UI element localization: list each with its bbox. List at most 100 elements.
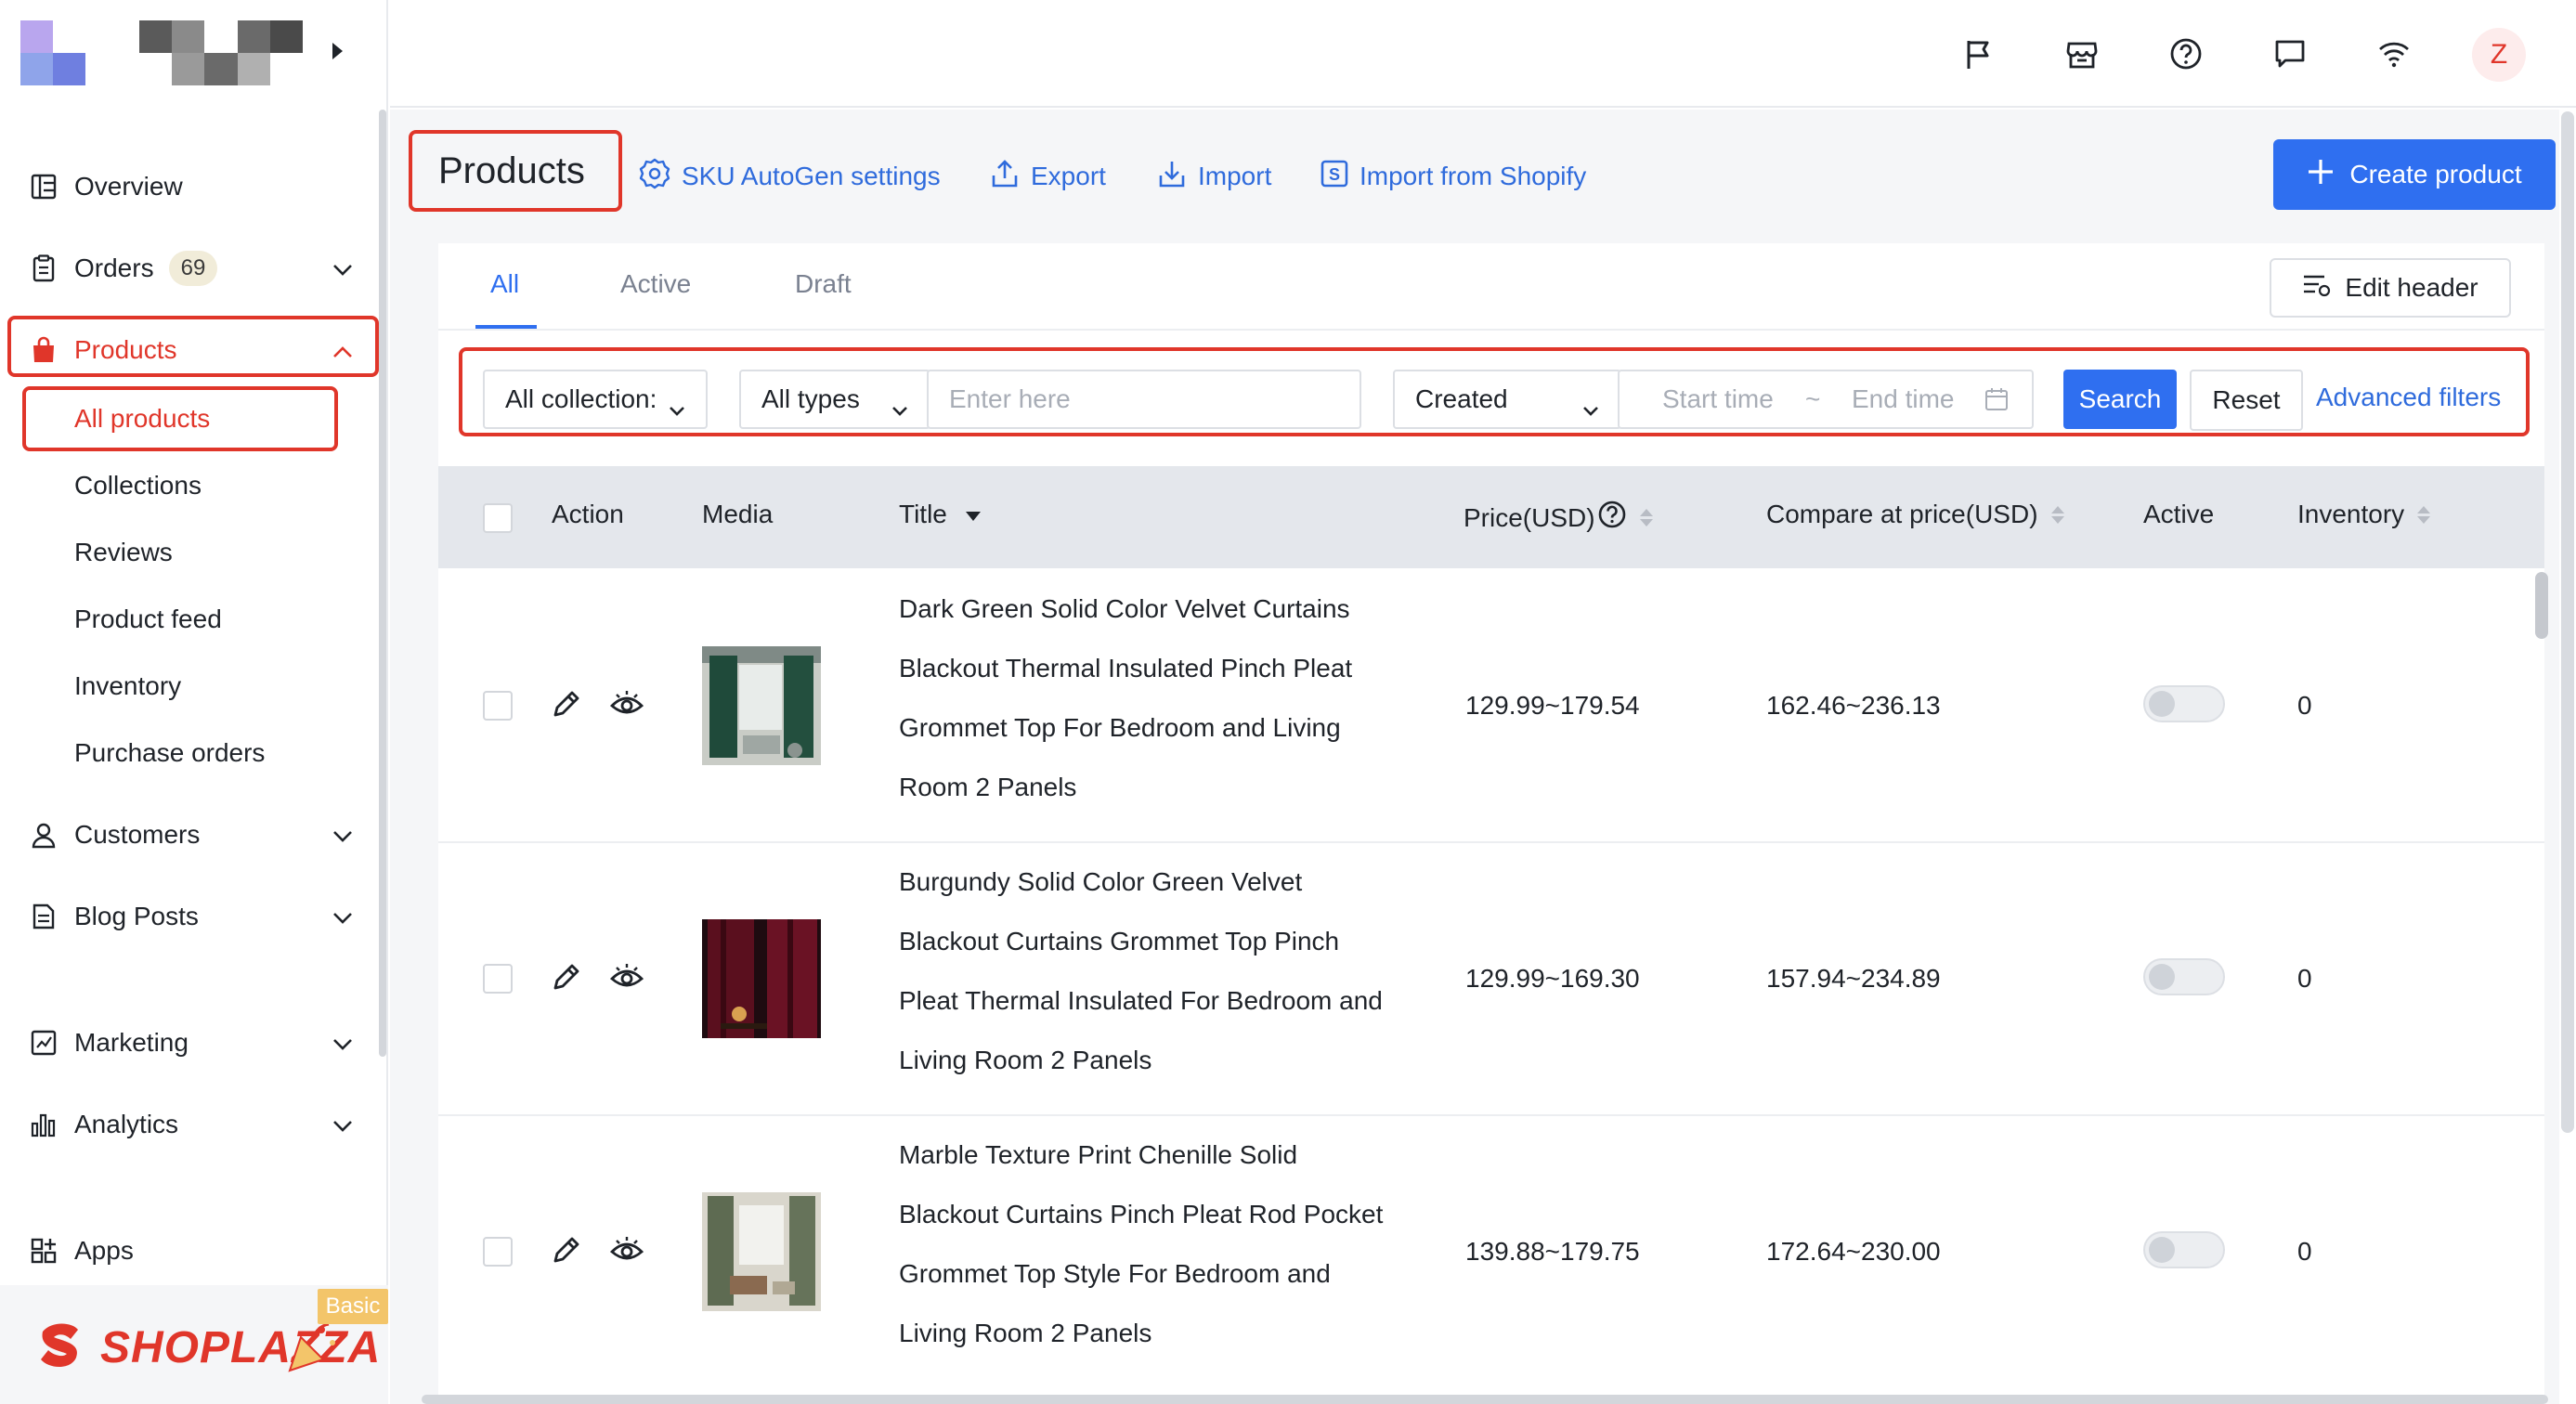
plus-icon	[2307, 158, 2335, 192]
flag-icon[interactable]	[1958, 33, 1998, 74]
store-switcher[interactable]	[20, 20, 303, 85]
title-line: Marble Texture Print Chenille Solid	[899, 1140, 1298, 1169]
eye-icon[interactable]	[609, 687, 644, 725]
sidebar-item-apps[interactable]: Apps	[0, 1218, 388, 1283]
sidebar-item-customers[interactable]: Customers	[0, 802, 388, 867]
price-cell: 129.99~169.30	[1465, 964, 1640, 993]
date-field-select[interactable]: Created	[1393, 370, 1621, 429]
active-toggle[interactable]	[2143, 685, 2225, 722]
gear-icon	[639, 158, 670, 196]
chevron-down-icon	[332, 820, 353, 850]
subnav-product-feed[interactable]: Product feed	[74, 596, 222, 643]
store-logo	[20, 20, 85, 85]
chevron-down-icon	[891, 394, 908, 423]
tab-draft[interactable]: Draft	[795, 269, 852, 299]
column-title[interactable]: Title	[899, 500, 982, 529]
title-line: Dark Green Solid Color Velvet Curtains	[899, 594, 1350, 623]
import-icon	[1157, 159, 1187, 195]
product-thumbnail[interactable]	[702, 646, 821, 765]
column-label: Media	[702, 500, 774, 528]
end-time-input[interactable]: End time	[1852, 384, 1955, 414]
select-all-checkbox[interactable]	[483, 503, 513, 533]
eye-icon[interactable]	[609, 960, 644, 998]
overview-icon	[28, 171, 59, 202]
price-cell: 129.99~179.54	[1465, 691, 1640, 720]
sidebar-item-marketing[interactable]: Marketing	[0, 1010, 388, 1075]
sort-icon[interactable]	[1639, 509, 1653, 526]
horizontal-scrollbar[interactable]	[422, 1395, 2548, 1404]
sort-icon[interactable]	[2050, 505, 2064, 524]
sidebar-item-orders[interactable]: Orders 69	[0, 236, 388, 301]
column-price[interactable]: Price(USD)	[1464, 500, 1653, 536]
sidebar-item-overview[interactable]: Overview	[0, 154, 388, 219]
product-title[interactable]: Marble Texture Print Chenille Solid Blac…	[899, 1125, 1419, 1363]
sidebar-item-label: Apps	[74, 1236, 134, 1265]
product-title[interactable]: Burgundy Solid Color Green Velvet Blacko…	[899, 852, 1419, 1090]
table-scrollbar[interactable]	[2535, 572, 2548, 639]
help-circle-icon[interactable]	[1597, 500, 1627, 536]
export-label: Export	[1031, 162, 1106, 190]
eye-icon[interactable]	[609, 1233, 644, 1271]
chevron-down-icon	[332, 902, 353, 931]
sort-desc-icon[interactable]	[964, 500, 982, 529]
reset-button[interactable]: Reset	[2190, 370, 2303, 431]
start-time-input[interactable]: Start time	[1662, 384, 1774, 414]
row-checkbox[interactable]	[483, 964, 513, 994]
avatar[interactable]: Z	[2472, 28, 2526, 82]
sidebar-scrollbar[interactable]	[379, 110, 386, 1057]
sidebar-item-analytics[interactable]: Analytics	[0, 1092, 388, 1157]
pencil-icon[interactable]	[550, 1233, 583, 1271]
chat-icon[interactable]	[2270, 33, 2310, 74]
edit-header-button[interactable]: Edit header	[2270, 258, 2511, 318]
subnav-purchase-orders[interactable]: Purchase orders	[74, 730, 265, 776]
product-thumbnail[interactable]	[702, 1192, 821, 1311]
advanced-filters-link[interactable]: Advanced filters	[2316, 383, 2501, 412]
export-link[interactable]: Export	[990, 158, 1106, 195]
subnav-inventory[interactable]: Inventory	[74, 663, 181, 709]
row-checkbox[interactable]	[483, 691, 513, 721]
date-range-picker[interactable]: Start time ~ End time	[1618, 370, 2034, 429]
import-link[interactable]: Import	[1157, 158, 1271, 195]
tabs-divider	[438, 329, 2544, 331]
active-toggle[interactable]	[2143, 1231, 2225, 1268]
help-icon[interactable]	[2166, 33, 2206, 74]
column-compare-price[interactable]: Compare at price(USD)	[1766, 500, 2064, 529]
title-line: Grommet Top For Bedroom and Living	[899, 713, 1341, 742]
page-scrollbar[interactable]	[2561, 111, 2574, 1133]
range-separator: ~	[1805, 384, 1821, 413]
pencil-icon[interactable]	[550, 687, 583, 725]
sort-icon[interactable]	[2417, 505, 2431, 524]
create-product-label: Create product	[2349, 160, 2522, 188]
product-title[interactable]: Dark Green Solid Color Velvet Curtains B…	[899, 579, 1419, 817]
sidebar-expand-icon[interactable]	[332, 43, 343, 59]
search-input[interactable]: Enter here	[927, 370, 1361, 429]
pencil-icon[interactable]	[550, 960, 583, 998]
sku-autogen-settings-link[interactable]: SKU AutoGen settings	[639, 158, 941, 195]
title-line: Blackout Curtains Pinch Pleat Rod Pocket	[899, 1200, 1384, 1228]
column-label: Compare at price(USD)	[1766, 500, 2038, 528]
tab-all[interactable]: All	[490, 269, 519, 299]
wifi-icon[interactable]	[2374, 33, 2414, 74]
subnav-collections[interactable]: Collections	[74, 462, 202, 509]
store-icon[interactable]	[2062, 33, 2102, 74]
tab-active-indicator	[475, 325, 537, 329]
type-select[interactable]: All types	[739, 370, 930, 429]
title-line: Living Room 2 Panels	[899, 1046, 1152, 1074]
import-from-shopify-link[interactable]: S Import from Shopify	[1321, 158, 1586, 195]
column-inventory[interactable]: Inventory	[2297, 500, 2431, 529]
active-toggle[interactable]	[2143, 958, 2225, 995]
blog-icon	[28, 901, 59, 932]
create-product-button[interactable]: Create product	[2273, 139, 2556, 210]
subnav-all-products[interactable]: All products	[74, 396, 210, 442]
product-thumbnail[interactable]	[702, 919, 821, 1038]
sidebar-item-blog-posts[interactable]: Blog Posts	[0, 884, 388, 949]
subnav-reviews[interactable]: Reviews	[74, 529, 173, 576]
collection-select-value: All collection:	[505, 384, 657, 413]
sidebar-item-products[interactable]: Products	[0, 318, 388, 383]
row-checkbox[interactable]	[483, 1237, 513, 1267]
title-line: Room 2 Panels	[899, 773, 1077, 801]
tab-active[interactable]: Active	[620, 269, 691, 299]
search-button[interactable]: Search	[2063, 370, 2177, 429]
import-label: Import	[1198, 162, 1272, 190]
collection-select[interactable]: All collection:	[483, 370, 708, 429]
